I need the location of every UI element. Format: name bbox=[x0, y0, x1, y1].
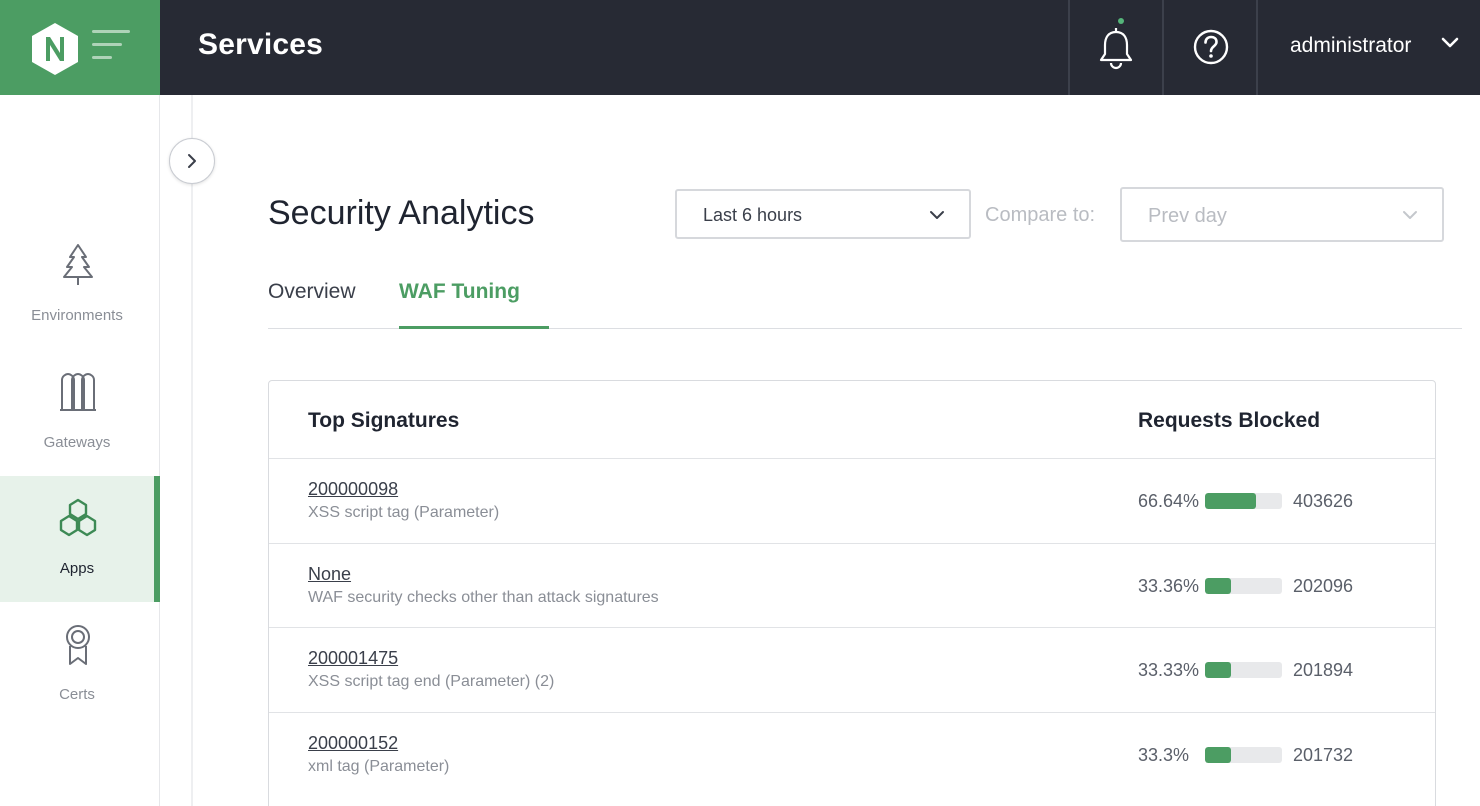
collapse-rail bbox=[191, 95, 193, 806]
user-menu-name[interactable]: administrator bbox=[1290, 34, 1411, 58]
chevron-down-icon bbox=[1403, 211, 1417, 219]
help-icon[interactable] bbox=[1192, 28, 1230, 66]
signature-description: XSS script tag end (Parameter) (2) bbox=[308, 673, 555, 690]
signature-description: xml tag (Parameter) bbox=[308, 757, 450, 775]
signature-id-link[interactable]: None bbox=[308, 564, 351, 585]
blocked-progress-bar bbox=[1205, 577, 1282, 594]
blocked-progress-fill bbox=[1205, 493, 1257, 509]
gateways-icon bbox=[60, 372, 96, 411]
blocked-progress-bar bbox=[1205, 662, 1282, 678]
blocked-progress-fill bbox=[1205, 577, 1231, 594]
blocked-count: 201894 bbox=[1293, 660, 1354, 680]
table-row: None WAF security checks other than attac… bbox=[269, 542, 1435, 628]
topbar-divider bbox=[1068, 0, 1070, 95]
blocked-percent: 33.3% bbox=[1138, 744, 1190, 765]
compare-select[interactable]: Prev day bbox=[1120, 187, 1444, 242]
blocked-progress-bar bbox=[1205, 493, 1282, 509]
chevron-right-icon bbox=[188, 154, 196, 168]
tab-bar: Overview WAF Tuning bbox=[268, 268, 1462, 329]
signatures-table: Top Signatures Requests Blocked 20000009… bbox=[268, 380, 1436, 806]
top-bar: Services administrator bbox=[0, 0, 1480, 95]
column-header-signatures: Top Signatures bbox=[308, 409, 460, 432]
topbar-divider bbox=[1256, 0, 1258, 95]
signature-id-link[interactable]: 200000098 bbox=[308, 479, 398, 500]
compare-value: Prev day bbox=[1148, 205, 1227, 227]
sidebar: Environments Gateways Apps Certs bbox=[0, 95, 160, 806]
blocked-count: 403626 bbox=[1293, 491, 1354, 511]
table-row: 200000098 XSS script tag (Parameter) 66.64… bbox=[269, 458, 1435, 543]
blocked-percent: 33.36% bbox=[1138, 575, 1200, 596]
nginx-logo-icon bbox=[32, 23, 78, 75]
table-row: 200001475 XSS script tag end (Parameter) … bbox=[269, 627, 1435, 712]
blocked-count: 201732 bbox=[1293, 744, 1354, 765]
column-header-requests-blocked: Requests Blocked bbox=[1138, 409, 1321, 432]
logo-block[interactable] bbox=[0, 0, 160, 95]
sidebar-item-apps[interactable]: Apps bbox=[0, 476, 160, 602]
sidebar-item-label: Gateways bbox=[43, 434, 111, 451]
sidebar-item-environments[interactable]: Environments bbox=[0, 223, 160, 349]
topbar-divider bbox=[1162, 0, 1164, 95]
menu-icon[interactable] bbox=[92, 30, 132, 60]
table-row: 200000152 xml tag (Parameter) 33.3% 201732 bbox=[269, 711, 1435, 797]
expand-sidebar-button[interactable] bbox=[169, 138, 215, 184]
signature-description: XSS script tag (Parameter) bbox=[308, 504, 500, 521]
tab-overview[interactable]: Overview bbox=[268, 280, 356, 304]
sidebar-item-gateways[interactable]: Gateways bbox=[0, 350, 160, 476]
blocked-count: 202096 bbox=[1293, 575, 1354, 596]
compare-label: Compare to: bbox=[985, 204, 1096, 226]
app-title: Services bbox=[198, 28, 324, 61]
signature-id-link[interactable]: 200001475 bbox=[308, 648, 398, 669]
sidebar-item-label: Certs bbox=[59, 686, 95, 703]
bell-icon[interactable] bbox=[1096, 26, 1136, 70]
ribbon-icon bbox=[66, 625, 90, 665]
hexagons-icon bbox=[59, 498, 97, 537]
chevron-down-icon bbox=[930, 211, 944, 219]
tab-waf-tuning[interactable]: WAF Tuning bbox=[399, 280, 520, 304]
blocked-progress-fill bbox=[1205, 662, 1231, 678]
page-title: Security Analytics bbox=[268, 194, 535, 232]
notification-dot bbox=[1118, 18, 1124, 24]
tree-icon bbox=[63, 244, 93, 285]
chevron-down-icon[interactable] bbox=[1440, 36, 1460, 50]
time-range-value: Last 6 hours bbox=[703, 205, 803, 225]
blocked-progress-fill bbox=[1205, 746, 1231, 763]
sidebar-item-label: Environments bbox=[31, 307, 123, 324]
signature-id-link[interactable]: 200000152 bbox=[308, 733, 398, 754]
signature-description: WAF security checks other than attack si… bbox=[308, 588, 659, 606]
sidebar-item-label: Apps bbox=[59, 560, 95, 577]
blocked-progress-bar bbox=[1205, 746, 1282, 763]
sidebar-item-certs[interactable]: Certs bbox=[0, 602, 160, 728]
blocked-percent: 66.64% bbox=[1138, 491, 1200, 511]
blocked-percent: 33.33% bbox=[1138, 660, 1200, 680]
time-range-select[interactable]: Last 6 hours bbox=[675, 189, 971, 239]
active-tab-indicator bbox=[399, 326, 549, 329]
